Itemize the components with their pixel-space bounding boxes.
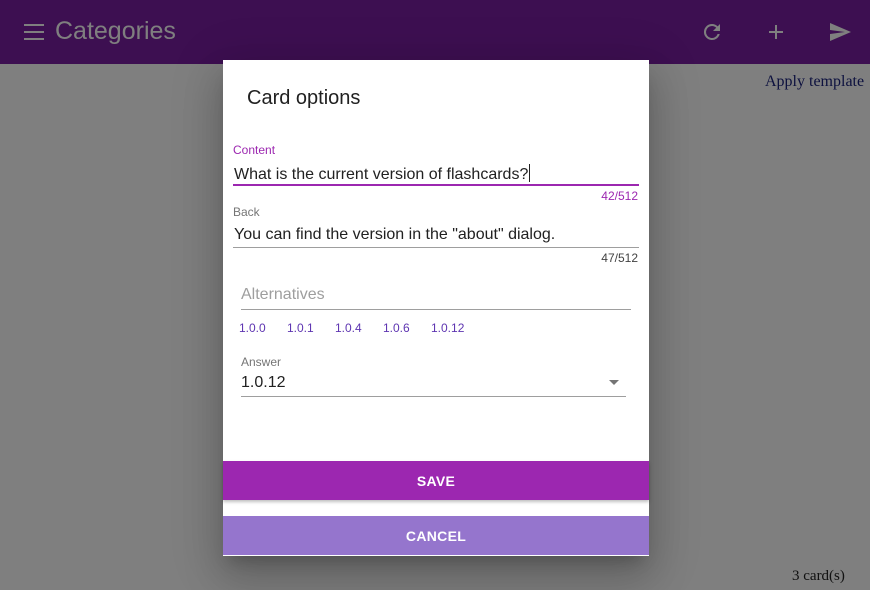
alternatives-underline [241,309,631,310]
back-field-underline [233,247,639,248]
alternatives-chip-list: 1.0.0 1.0.1 1.0.4 1.0.6 1.0.12 [239,321,479,335]
dropdown-arrow-icon[interactable] [609,380,619,385]
text-caret [529,164,531,182]
alternative-chip[interactable]: 1.0.4 [335,321,383,335]
card-options-dialog: Card options Content What is the current… [223,60,649,556]
content-field-value: What is the current version of flashcard… [234,166,529,183]
alternatives-input[interactable]: Alternatives [241,286,325,304]
cancel-button[interactable]: CANCEL [223,516,649,555]
content-char-counter: 42/512 [601,189,638,203]
alternative-chip[interactable]: 1.0.12 [431,321,479,335]
back-field-label: Back [233,205,260,219]
answer-select-underline [241,396,626,397]
alternative-chip[interactable]: 1.0.6 [383,321,431,335]
dialog-title: Card options [247,87,361,109]
answer-select[interactable]: 1.0.12 [241,374,285,392]
save-button[interactable]: SAVE [223,461,649,500]
content-field-label: Content [233,143,276,157]
back-char-counter: 47/512 [601,251,638,265]
alternative-chip[interactable]: 1.0.0 [239,321,287,335]
content-field[interactable]: What is the current version of flashcard… [234,164,531,184]
back-field[interactable]: You can find the version in the "about" … [234,226,555,244]
alternative-chip[interactable]: 1.0.1 [287,321,335,335]
content-field-underline [233,184,639,186]
answer-select-label: Answer [241,355,282,369]
